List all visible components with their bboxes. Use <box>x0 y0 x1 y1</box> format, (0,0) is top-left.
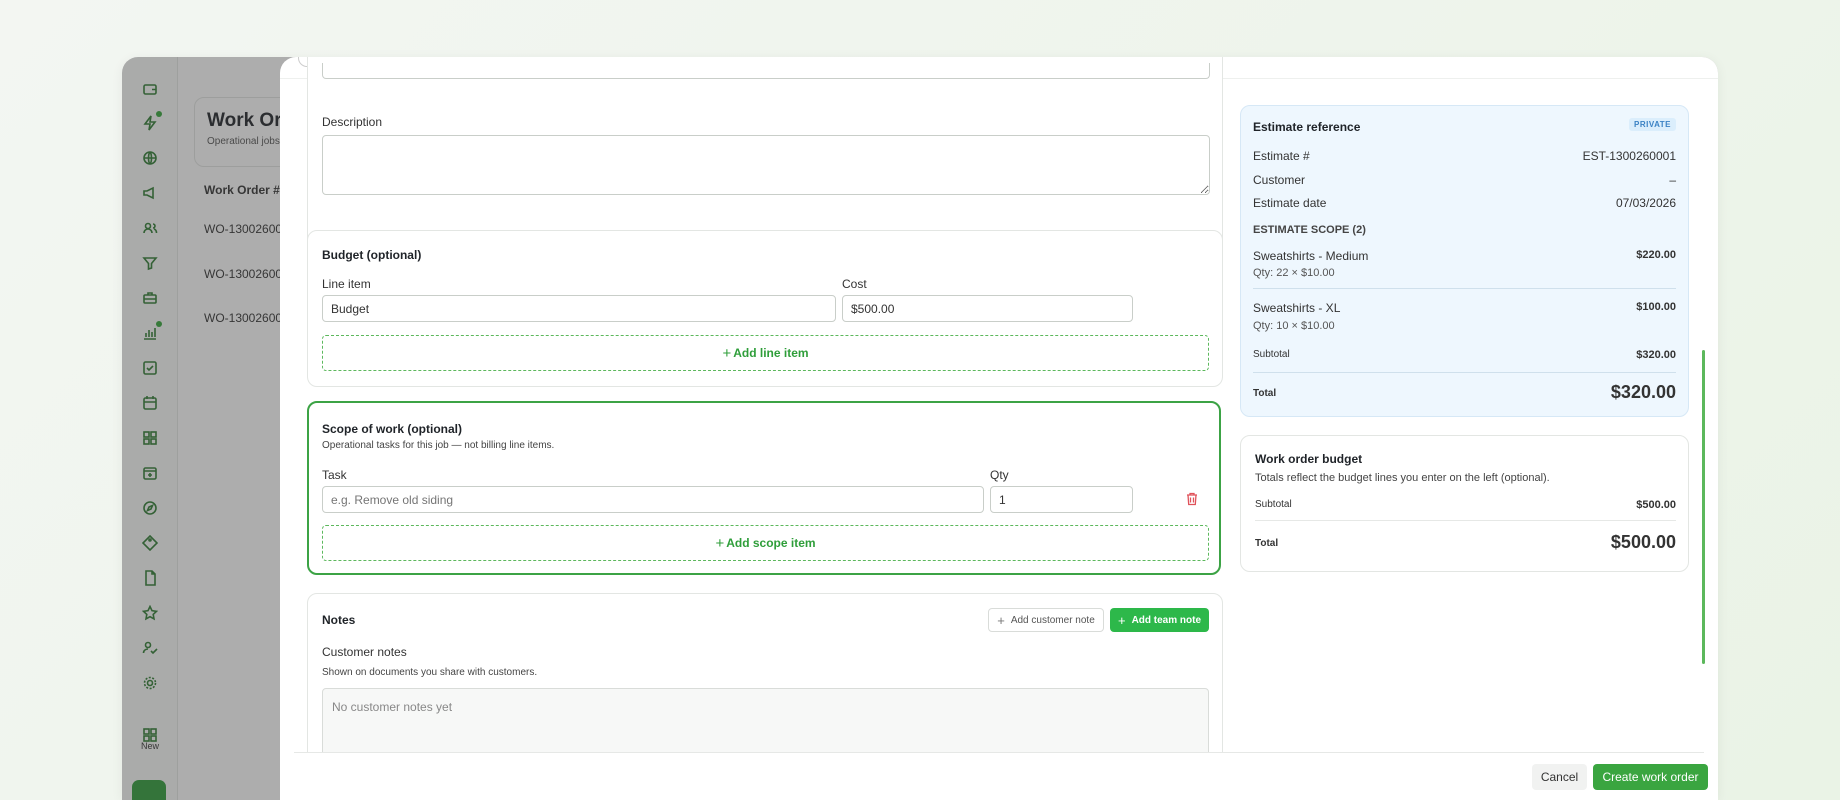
divider <box>1253 288 1676 289</box>
estimate-reference-panel: Estimate reference PRIVATE Estimate # ES… <box>1240 105 1689 417</box>
line-item-input[interactable]: Budget <box>322 295 836 322</box>
customer-notes-label: Customer notes <box>322 645 407 659</box>
subtotal-value: $320.00 <box>1636 349 1676 361</box>
divider <box>1253 372 1676 373</box>
total-label: Total <box>1253 388 1277 399</box>
estimate-scope-heading: ESTIMATE SCOPE (2) <box>1253 224 1366 236</box>
add-line-item-button[interactable]: + Add line item <box>322 335 1209 371</box>
budget-subtotal-label: Subtotal <box>1255 499 1292 510</box>
add-customer-note-label: Add customer note <box>1010 614 1095 626</box>
estimate-number-label: Estimate # <box>1253 149 1310 163</box>
create-work-order-modal: Description Budget (optional) Line item … <box>280 57 1718 800</box>
add-customer-note-button[interactable]: + Add customer note <box>988 608 1104 632</box>
estimate-date-value: 07/03/2026 <box>1615 196 1676 210</box>
scope-item-qty: Qty: 10 × $10.00 <box>1253 320 1335 332</box>
customer-label: Customer <box>1253 173 1306 187</box>
estimate-number-value: EST-1300260001 <box>1582 149 1676 163</box>
scope-item-amount: $220.00 <box>1636 249 1676 261</box>
scrollbar-thumb[interactable] <box>1702 350 1705 664</box>
scope-subtitle: Operational tasks for this job — not bil… <box>322 440 555 451</box>
budget-total-label: Total <box>1255 538 1279 549</box>
description-label: Description <box>322 115 383 129</box>
work-order-budget-title: Work order budget <box>1255 452 1363 466</box>
estimate-date-label: Estimate date <box>1253 196 1327 210</box>
plus-icon: + <box>1117 612 1126 628</box>
task-label: Task <box>322 468 347 482</box>
qty-label: Qty <box>990 468 1009 482</box>
add-scope-item-button[interactable]: + Add scope item <box>322 525 1209 561</box>
subtotal-label: Subtotal <box>1253 349 1290 360</box>
scope-card: Scope of work (optional) Operational tas… <box>307 401 1221 575</box>
create-work-order-button[interactable]: Create work order <box>1593 764 1708 790</box>
plus-icon: + <box>722 344 732 362</box>
scope-item-qty: Qty: 22 × $10.00 <box>1253 267 1335 279</box>
line-item-label: Line item <box>322 277 371 291</box>
scope-item-amount: $100.00 <box>1636 301 1676 313</box>
work-order-budget-panel: Work order budget Totals reflect the bud… <box>1240 435 1689 572</box>
customer-value: – <box>1669 173 1676 187</box>
customer-notes-help: Shown on documents you share with custom… <box>322 667 538 678</box>
budget-total-value: $500.00 <box>1610 532 1676 552</box>
title-input-partial[interactable] <box>322 63 1210 79</box>
plus-icon: + <box>715 534 725 552</box>
trash-icon[interactable] <box>1185 492 1199 506</box>
modal-footer: Cancel Create work order <box>294 752 1708 800</box>
budget-subtotal-value: $500.00 <box>1636 499 1676 511</box>
add-line-item-label: Add line item <box>733 346 809 360</box>
estimate-reference-title: Estimate reference <box>1253 120 1361 134</box>
plus-icon: + <box>997 612 1005 628</box>
qty-input[interactable]: 1 <box>990 486 1133 513</box>
scope-item-name: Sweatshirts - XL <box>1253 301 1341 315</box>
cancel-button[interactable]: Cancel <box>1532 764 1587 790</box>
scope-title: Scope of work (optional) <box>322 422 462 436</box>
customer-notes-empty: No customer notes yet <box>332 700 453 714</box>
cost-label: Cost <box>842 277 867 291</box>
add-team-note-button[interactable]: + Add team note <box>1110 608 1209 632</box>
budget-card: Budget (optional) Line item Cost Budget … <box>307 230 1223 387</box>
private-badge: PRIVATE <box>1629 118 1676 131</box>
cost-input[interactable]: $500.00 <box>842 295 1133 322</box>
add-team-note-label: Add team note <box>1131 614 1202 626</box>
budget-title: Budget (optional) <box>322 248 422 262</box>
scope-item-name: Sweatshirts - Medium <box>1253 249 1369 263</box>
description-textarea[interactable] <box>322 135 1210 195</box>
total-value: $320.00 <box>1610 382 1676 402</box>
task-input[interactable] <box>322 486 984 513</box>
work-order-budget-subtitle: Totals reflect the budget lines you ente… <box>1255 472 1550 484</box>
notes-title: Notes <box>322 613 356 627</box>
divider <box>1255 520 1676 521</box>
add-scope-item-label: Add scope item <box>726 536 816 550</box>
